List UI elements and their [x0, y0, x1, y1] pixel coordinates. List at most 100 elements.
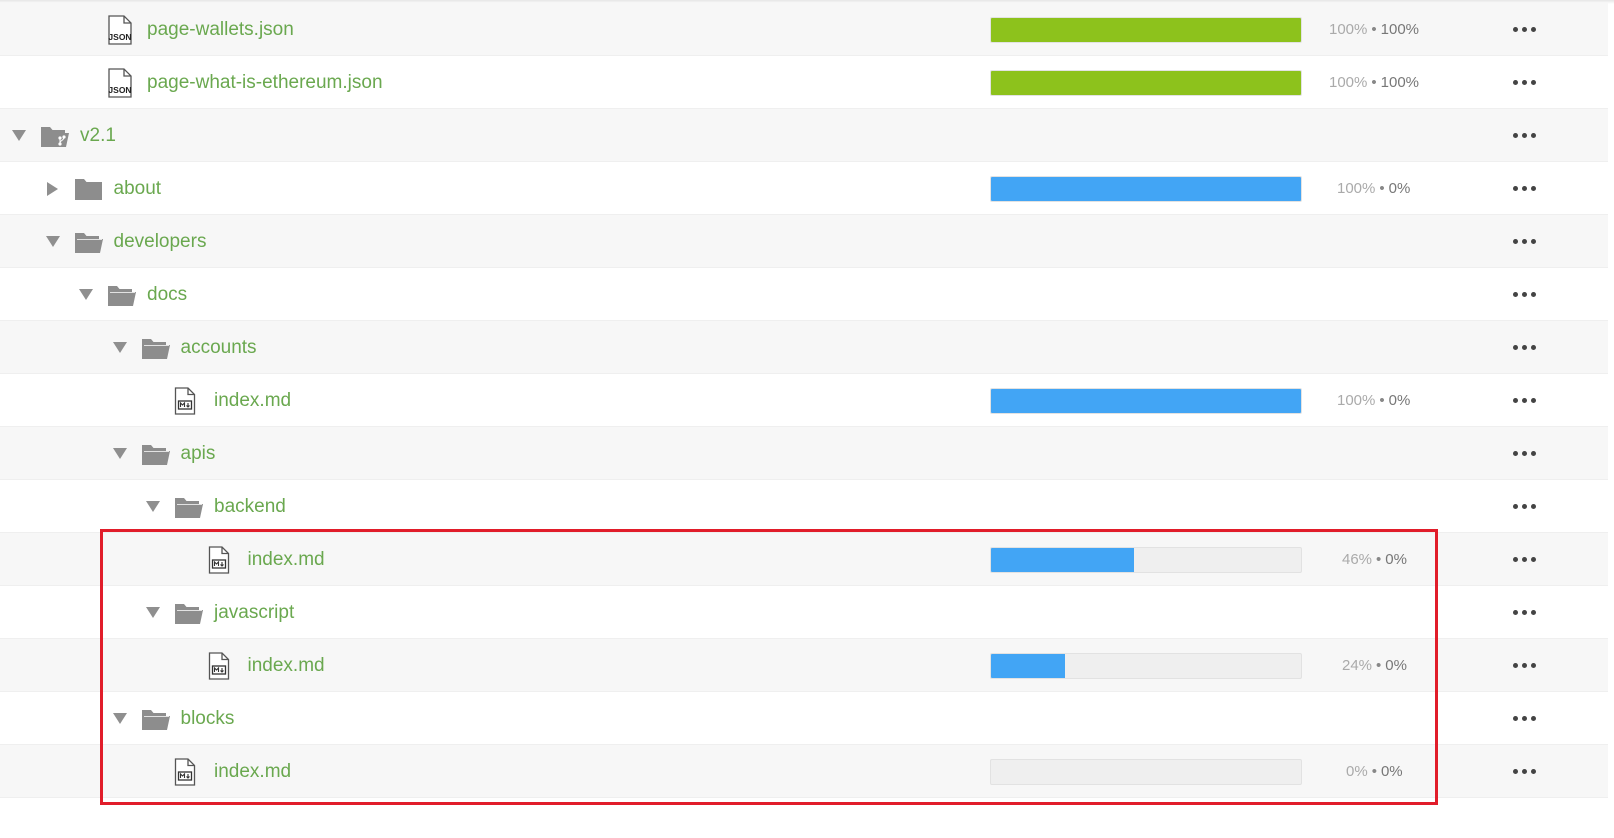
- progress-bar: [990, 759, 1302, 785]
- row-divider: [0, 797, 1608, 798]
- more-options-icon[interactable]: [1506, 533, 1542, 586]
- progress-bar: [990, 176, 1302, 202]
- item-name[interactable]: backend: [214, 480, 286, 533]
- file-row[interactable]: index.md 46% • 0%: [0, 533, 1608, 586]
- collapse-caret-icon[interactable]: [144, 480, 162, 533]
- more-options-icon[interactable]: [1506, 56, 1542, 109]
- item-name[interactable]: index.md: [248, 533, 325, 586]
- folder-open-icon: [174, 586, 204, 639]
- collapse-caret-icon[interactable]: [111, 321, 129, 374]
- folder-open-icon: [107, 268, 137, 321]
- separator: •: [1371, 763, 1377, 780]
- item-name[interactable]: page-wallets.json: [147, 3, 294, 56]
- item-name[interactable]: developers: [114, 215, 207, 268]
- folder-row[interactable]: blocks: [0, 692, 1608, 745]
- markdown-file-icon: [208, 639, 230, 692]
- folder-branch-open-icon: [40, 109, 70, 162]
- file-tree: JSON page-wallets.json 100% • 100% JSON page-w…: [0, 3, 1614, 798]
- item-name[interactable]: javascript: [214, 586, 294, 639]
- markdown-file-icon: [174, 374, 196, 427]
- translated-percent: 0%: [1346, 763, 1368, 780]
- translated-percent: 100%: [1329, 74, 1368, 91]
- progress-fill: [991, 177, 1301, 201]
- file-row[interactable]: JSON page-what-is-ethereum.json 100% • 100%: [0, 56, 1608, 109]
- markdown-file-icon: [174, 745, 196, 798]
- folder-row[interactable]: javascript: [0, 586, 1608, 639]
- separator: •: [1379, 180, 1385, 197]
- more-options-icon[interactable]: [1506, 162, 1542, 215]
- item-name[interactable]: docs: [147, 268, 187, 321]
- more-options-icon[interactable]: [1506, 3, 1542, 56]
- progress-fill: [991, 18, 1301, 42]
- more-options-icon[interactable]: [1506, 745, 1542, 798]
- more-options-icon[interactable]: [1506, 321, 1542, 374]
- progress-stats: 100% • 100%: [1329, 3, 1419, 56]
- svg-text:JSON: JSON: [108, 85, 131, 95]
- item-name[interactable]: index.md: [214, 374, 291, 427]
- folder-open-icon: [74, 215, 104, 268]
- collapse-caret-icon[interactable]: [111, 427, 129, 480]
- folder-row[interactable]: docs: [0, 268, 1608, 321]
- separator: •: [1376, 551, 1382, 568]
- item-name[interactable]: index.md: [248, 639, 325, 692]
- markdown-file-icon: [208, 533, 230, 586]
- folder-row[interactable]: accounts: [0, 321, 1608, 374]
- svg-text:JSON: JSON: [108, 32, 131, 42]
- approved-percent: 100%: [1380, 21, 1420, 38]
- collapse-caret-icon[interactable]: [10, 109, 28, 162]
- progress-bar: [990, 70, 1302, 96]
- collapse-caret-icon[interactable]: [44, 215, 62, 268]
- progress-fill: [991, 389, 1301, 413]
- more-options-icon[interactable]: [1506, 586, 1542, 639]
- separator: •: [1379, 392, 1385, 409]
- item-name[interactable]: index.md: [214, 745, 291, 798]
- more-options-icon[interactable]: [1506, 215, 1542, 268]
- approved-percent: 100%: [1380, 74, 1420, 91]
- collapse-caret-icon[interactable]: [144, 586, 162, 639]
- folder-row[interactable]: about 100% • 0%: [0, 162, 1608, 215]
- more-options-icon[interactable]: [1506, 639, 1542, 692]
- approved-percent: 0%: [1388, 392, 1411, 409]
- file-row[interactable]: index.md 100% • 0%: [0, 374, 1608, 427]
- approved-percent: 0%: [1388, 180, 1411, 197]
- more-options-icon[interactable]: [1506, 692, 1542, 745]
- item-name[interactable]: blocks: [181, 692, 235, 745]
- json-file-icon: JSON: [107, 3, 133, 56]
- more-options-icon[interactable]: [1506, 427, 1542, 480]
- progress-stats: 0% • 0%: [1346, 745, 1403, 798]
- folder-closed-icon: [74, 162, 104, 215]
- translated-percent: 100%: [1337, 180, 1376, 197]
- item-name[interactable]: about: [114, 162, 162, 215]
- separator: •: [1371, 74, 1377, 91]
- translated-percent: 24%: [1342, 657, 1373, 674]
- more-options-icon[interactable]: [1506, 268, 1542, 321]
- file-row[interactable]: index.md 24% • 0%: [0, 639, 1608, 692]
- item-name[interactable]: v2.1: [80, 109, 116, 162]
- folder-row[interactable]: v2.1: [0, 109, 1608, 162]
- more-options-icon[interactable]: [1506, 480, 1542, 533]
- expand-caret-icon[interactable]: [44, 162, 62, 215]
- separator: •: [1376, 657, 1382, 674]
- folder-row[interactable]: developers: [0, 215, 1608, 268]
- progress-bar: [990, 547, 1302, 573]
- progress-stats: 46% • 0%: [1342, 533, 1407, 586]
- translated-percent: 100%: [1329, 21, 1368, 38]
- progress-bar: [990, 388, 1302, 414]
- more-options-icon[interactable]: [1506, 374, 1542, 427]
- folder-row[interactable]: apis: [0, 427, 1608, 480]
- folder-open-icon: [141, 427, 171, 480]
- file-row[interactable]: index.md 0% • 0%: [0, 745, 1608, 798]
- separator: •: [1371, 21, 1377, 38]
- more-options-icon[interactable]: [1506, 109, 1542, 162]
- item-name[interactable]: accounts: [181, 321, 257, 374]
- item-name[interactable]: page-what-is-ethereum.json: [147, 56, 383, 109]
- progress-fill: [991, 654, 1066, 678]
- collapse-caret-icon[interactable]: [77, 268, 95, 321]
- item-name[interactable]: apis: [181, 427, 216, 480]
- folder-row[interactable]: backend: [0, 480, 1608, 533]
- json-file-icon: JSON: [107, 56, 133, 109]
- collapse-caret-icon[interactable]: [111, 692, 129, 745]
- folder-open-icon: [174, 480, 204, 533]
- approved-percent: 0%: [1380, 763, 1403, 780]
- file-row[interactable]: JSON page-wallets.json 100% • 100%: [0, 3, 1608, 56]
